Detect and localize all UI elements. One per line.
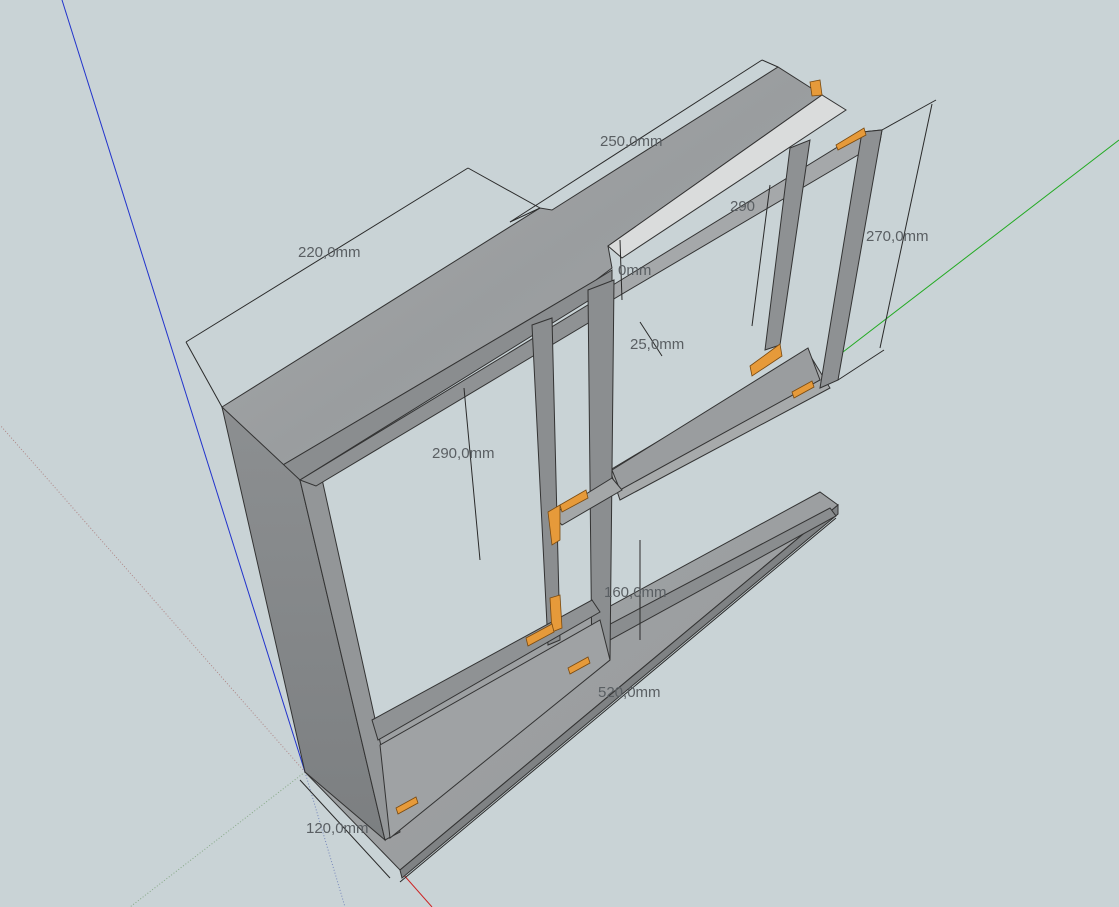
right-frame-inner-post [764, 139, 811, 351]
dim-line-left-inner [463, 387, 481, 561]
label-left-inner-height: 290,0mm [432, 445, 495, 462]
dim-ext-side-depth-a [185, 341, 223, 408]
axes [0, 0, 1119, 907]
dim-ext-side-depth-b [467, 167, 541, 209]
model-viewport[interactable]: 250,0mm 220,0mm 270,0mm 290 0mm 25,0mm 2… [0, 0, 1119, 907]
right-frame-bottom-rail [611, 347, 821, 491]
right-frame-lower-rail [579, 507, 837, 653]
label-base-depth: 120,0mm [306, 820, 369, 837]
dim-line-right-height [879, 103, 933, 349]
label-side-depth: 220,0mm [298, 244, 361, 261]
dim-ext-top-length-b [761, 59, 779, 68]
label-right-height: 270,0mm [866, 228, 929, 245]
red-axis-line [401, 872, 433, 907]
label-small-gap: 0mm [618, 262, 651, 279]
label-lower-height: 160,0mm [604, 584, 667, 601]
label-base-length: 520,0mm [598, 684, 661, 701]
green-axis-dotted-line [129, 771, 306, 907]
label-frame-width: 25,0mm [630, 336, 684, 353]
label-right-inner-height: 290 [730, 198, 755, 215]
dim-ext-right-height-b [837, 349, 885, 381]
bracket-top-corner [809, 79, 823, 97]
label-top-length: 250,0mm [600, 133, 663, 150]
